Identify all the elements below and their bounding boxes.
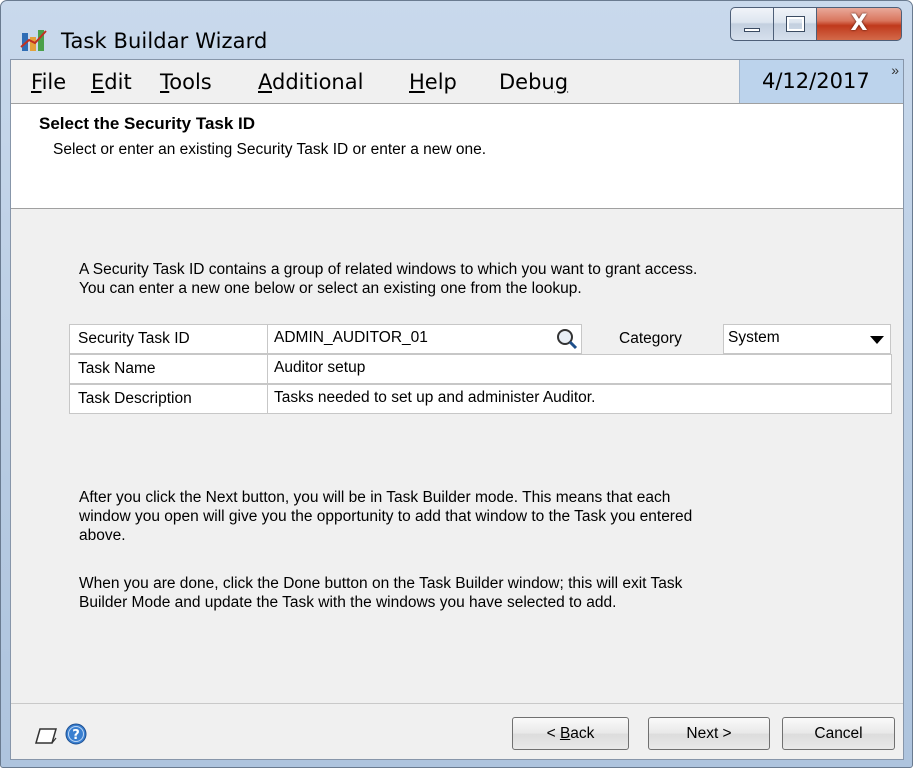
security-task-id-input[interactable]: ADMIN_AUDITOR_01	[267, 324, 582, 354]
note-icon[interactable]	[33, 726, 59, 746]
close-button[interactable]: X	[816, 7, 902, 41]
window-title: Task Buildar Wizard	[61, 29, 268, 53]
header-subtitle: Select or enter an existing Security Tas…	[53, 141, 487, 158]
header-title: Select the Security Task ID	[39, 114, 256, 133]
task-builder-wizard-window: Task Buildar Wizard X File Edit Tools Ad…	[0, 0, 913, 768]
info-p2-line-1: When you are done, click the Done button…	[79, 575, 683, 592]
row-task-name: Task Name Auditor setup	[69, 354, 892, 384]
info-p1-line-3: above.	[79, 527, 126, 544]
menu-edit[interactable]: Edit	[91, 70, 132, 94]
minimize-icon	[744, 28, 760, 32]
menu-bar: File Edit Tools Additional Help Debug 4/…	[11, 60, 903, 103]
user-date: 4/12/2017	[762, 69, 870, 93]
chevron-right-icon[interactable]: »	[891, 62, 899, 78]
footer-divider	[11, 703, 903, 704]
wizard-header: Select the Security Task ID Select or en…	[11, 103, 903, 209]
intro-line-1: A Security Task ID contains a group of r…	[79, 261, 698, 278]
maximize-button[interactable]	[773, 7, 816, 41]
info-p1-line-2: window you open will give you the opport…	[79, 508, 693, 525]
info-p1-line-1: After you click the Next button, you wil…	[79, 489, 671, 506]
menu-help[interactable]: Help	[409, 70, 457, 94]
caption-buttons: X	[730, 7, 902, 41]
help-icon[interactable]: ?	[65, 723, 87, 745]
minimize-button[interactable]	[730, 7, 773, 41]
task-wizard-icon	[20, 30, 47, 51]
category-value: System	[728, 329, 780, 346]
maximize-icon	[786, 16, 805, 32]
task-name-input[interactable]: Auditor setup	[267, 354, 892, 384]
menu-file[interactable]: File	[31, 70, 66, 94]
cancel-button[interactable]: Cancel	[782, 717, 895, 750]
task-name-label: Task Name	[69, 354, 268, 384]
task-description-label: Task Description	[69, 384, 268, 414]
close-icon: X	[850, 11, 868, 36]
category-label: Category	[619, 330, 682, 347]
menu-additional[interactable]: Additional	[258, 70, 363, 94]
svg-text:?: ?	[72, 728, 80, 743]
dropdown-arrow-icon[interactable]	[870, 336, 884, 344]
category-select[interactable]: System	[723, 324, 891, 354]
lookup-magnifier-icon[interactable]	[554, 326, 580, 352]
title-bar: Task Buildar Wizard X	[1, 1, 912, 59]
menu-debug[interactable]: Debug	[499, 70, 568, 94]
user-date-box[interactable]: 4/12/2017 »	[739, 60, 903, 103]
intro-line-2: You can enter a new one below or select …	[79, 280, 582, 297]
window-client-area: File Edit Tools Additional Help Debug 4/…	[10, 59, 904, 760]
info-p2-line-2: Builder Mode and update the Task with th…	[79, 594, 617, 611]
next-button[interactable]: Next >	[648, 717, 770, 750]
back-button[interactable]: < Back	[512, 717, 629, 750]
row-security-task-id: Security Task ID ADMIN_AUDITOR_01 Catego…	[69, 324, 892, 354]
task-description-input[interactable]: Tasks needed to set up and administer Au…	[267, 384, 892, 414]
row-task-description: Task Description Tasks needed to set up …	[69, 384, 892, 414]
security-task-id-label: Security Task ID	[69, 324, 268, 354]
menu-tools[interactable]: Tools	[160, 70, 212, 94]
